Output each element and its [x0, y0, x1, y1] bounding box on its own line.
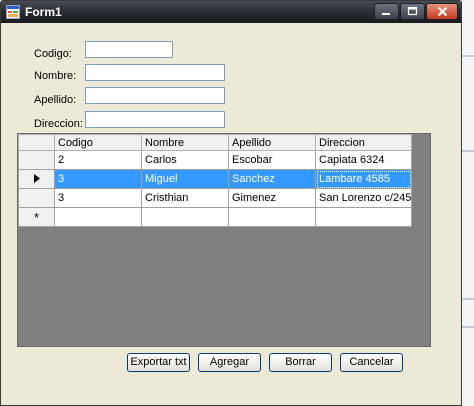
grid-cell[interactable]: San Lorenzo c/245 — [314, 188, 413, 208]
cancel-button[interactable]: Cancelar — [340, 353, 403, 372]
table-row-selected[interactable]: 3 Miguel Sanchez Lambare 4585 — [18, 169, 413, 189]
new-row-cell[interactable] — [314, 207, 413, 227]
current-row-arrow-icon — [33, 174, 40, 184]
grid-cell[interactable]: Cristhian — [141, 188, 229, 208]
grid-cell[interactable]: Gimenez — [228, 188, 316, 208]
background-mark — [462, 150, 474, 152]
background-mark — [462, 298, 474, 300]
nombre-input[interactable] — [85, 64, 225, 81]
grid-cell[interactable]: Capiata 6324 — [314, 150, 413, 170]
background-mark — [462, 55, 474, 57]
background-mark — [462, 326, 474, 328]
form1-window: Form1 Codigo: Nombre: Apellido: Direccio… — [0, 0, 462, 406]
title-bar[interactable]: Form1 — [1, 1, 461, 23]
add-button[interactable]: Agregar — [198, 353, 261, 372]
close-icon — [437, 6, 447, 17]
row-header[interactable] — [18, 150, 55, 170]
table-row[interactable]: 2 Carlos Escobar Capiata 6324 — [18, 150, 413, 170]
grid-cell[interactable]: Escobar — [228, 150, 316, 170]
nombre-label: Nombre: — [34, 70, 77, 82]
apellido-input[interactable] — [85, 87, 225, 104]
grid-corner-header[interactable] — [18, 134, 55, 151]
apellido-label: Apellido: — [34, 94, 77, 106]
grid-header-row: Codigo Nombre Apellido Direccion — [18, 134, 413, 151]
row-header-current[interactable] — [18, 169, 55, 189]
direccion-input[interactable] — [85, 111, 225, 128]
maximize-icon — [407, 6, 418, 16]
app-form-icon[interactable] — [6, 5, 20, 19]
direccion-label: Direccion: — [34, 118, 83, 130]
grid-cell[interactable]: Miguel — [141, 169, 229, 189]
grid-cell[interactable]: 2 — [54, 150, 142, 170]
grid-cell-focused[interactable]: Lambare 4585 — [314, 169, 413, 189]
column-header-codigo[interactable]: Codigo — [54, 134, 142, 151]
grid-cell[interactable]: Carlos — [141, 150, 229, 170]
minimize-icon — [382, 13, 390, 15]
new-row-cell[interactable] — [54, 207, 142, 227]
new-row-cell[interactable] — [141, 207, 229, 227]
codigo-input[interactable] — [85, 41, 173, 58]
grid-cell[interactable]: 3 — [54, 188, 142, 208]
grid-cell[interactable]: 3 — [54, 169, 142, 189]
data-grid[interactable]: Codigo Nombre Apellido Direccion 2 Carlo… — [17, 133, 431, 347]
column-header-apellido[interactable]: Apellido — [228, 134, 316, 151]
form-client-area: Codigo: Nombre: Apellido: Direccion: Cod… — [4, 23, 458, 402]
table-row[interactable]: 3 Cristhian Gimenez San Lorenzo c/245 — [18, 188, 413, 208]
codigo-label: Codigo: — [34, 48, 72, 60]
export-txt-button[interactable]: Exportar txt — [127, 353, 190, 372]
new-row[interactable]: * — [18, 207, 413, 227]
minimize-button[interactable] — [374, 3, 399, 20]
delete-button[interactable]: Borrar — [269, 353, 332, 372]
maximize-button[interactable] — [400, 3, 425, 20]
row-header[interactable] — [18, 188, 55, 208]
close-button[interactable] — [426, 3, 458, 20]
grid-table: Codigo Nombre Apellido Direccion 2 Carlo… — [18, 134, 413, 227]
new-row-marker-icon: * — [18, 207, 55, 227]
column-header-direccion[interactable]: Direccion — [314, 134, 413, 151]
grid-cell[interactable]: Sanchez — [228, 169, 316, 189]
window-title: Form1 — [25, 5, 62, 19]
new-row-cell[interactable] — [228, 207, 316, 227]
column-header-nombre[interactable]: Nombre — [141, 134, 229, 151]
